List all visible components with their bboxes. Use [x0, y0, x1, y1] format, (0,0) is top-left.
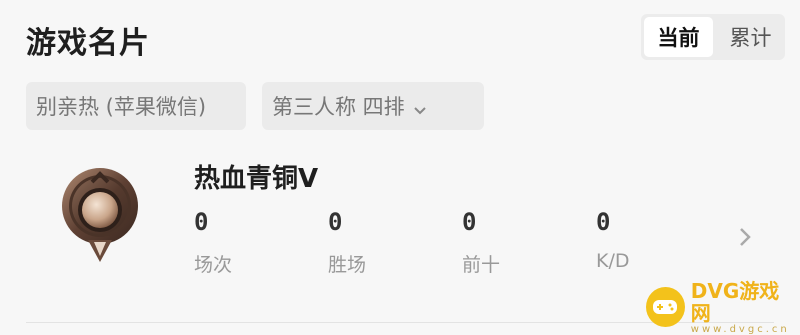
mode-label: 第三人称 四排	[272, 95, 405, 119]
stat-label: 前十	[462, 254, 501, 276]
period-toggle[interactable]: 当前 累计	[641, 14, 785, 60]
stat-top10: 0 前十	[462, 208, 562, 277]
stat-wins: 0 胜场	[328, 208, 428, 277]
stat-label: K/D	[596, 250, 630, 272]
stat-value: 0	[462, 208, 477, 236]
stat-label: 场次	[194, 254, 233, 276]
mode-selector[interactable]: 第三人称 四排	[262, 82, 484, 130]
page-title: 游戏名片	[26, 26, 150, 61]
stat-value: 0	[596, 208, 611, 236]
chevron-down-icon	[413, 99, 427, 115]
gamepad-icon	[646, 287, 685, 327]
watermark-brand: DVG游戏网	[690, 278, 780, 325]
watermark: DVG游戏网 www.dvgc.cn	[646, 280, 796, 335]
stat-label: 胜场	[328, 254, 367, 276]
stat-matches: 0 场次	[194, 208, 294, 277]
account-label: 别亲热 (苹果微信)	[36, 95, 207, 119]
bronze-rank-badge-icon	[56, 160, 144, 270]
stat-value: 0	[328, 208, 343, 236]
stat-kd: 0 K/D	[596, 208, 696, 272]
stat-value: 0	[194, 208, 209, 236]
rank-name: 热血青铜Ⅴ	[194, 164, 319, 194]
chevron-right-icon[interactable]	[735, 225, 755, 249]
tab-cumulative[interactable]: 累计	[716, 14, 785, 60]
tab-current[interactable]: 当前	[644, 17, 713, 57]
account-selector[interactable]: 别亲热 (苹果微信)	[26, 82, 246, 130]
